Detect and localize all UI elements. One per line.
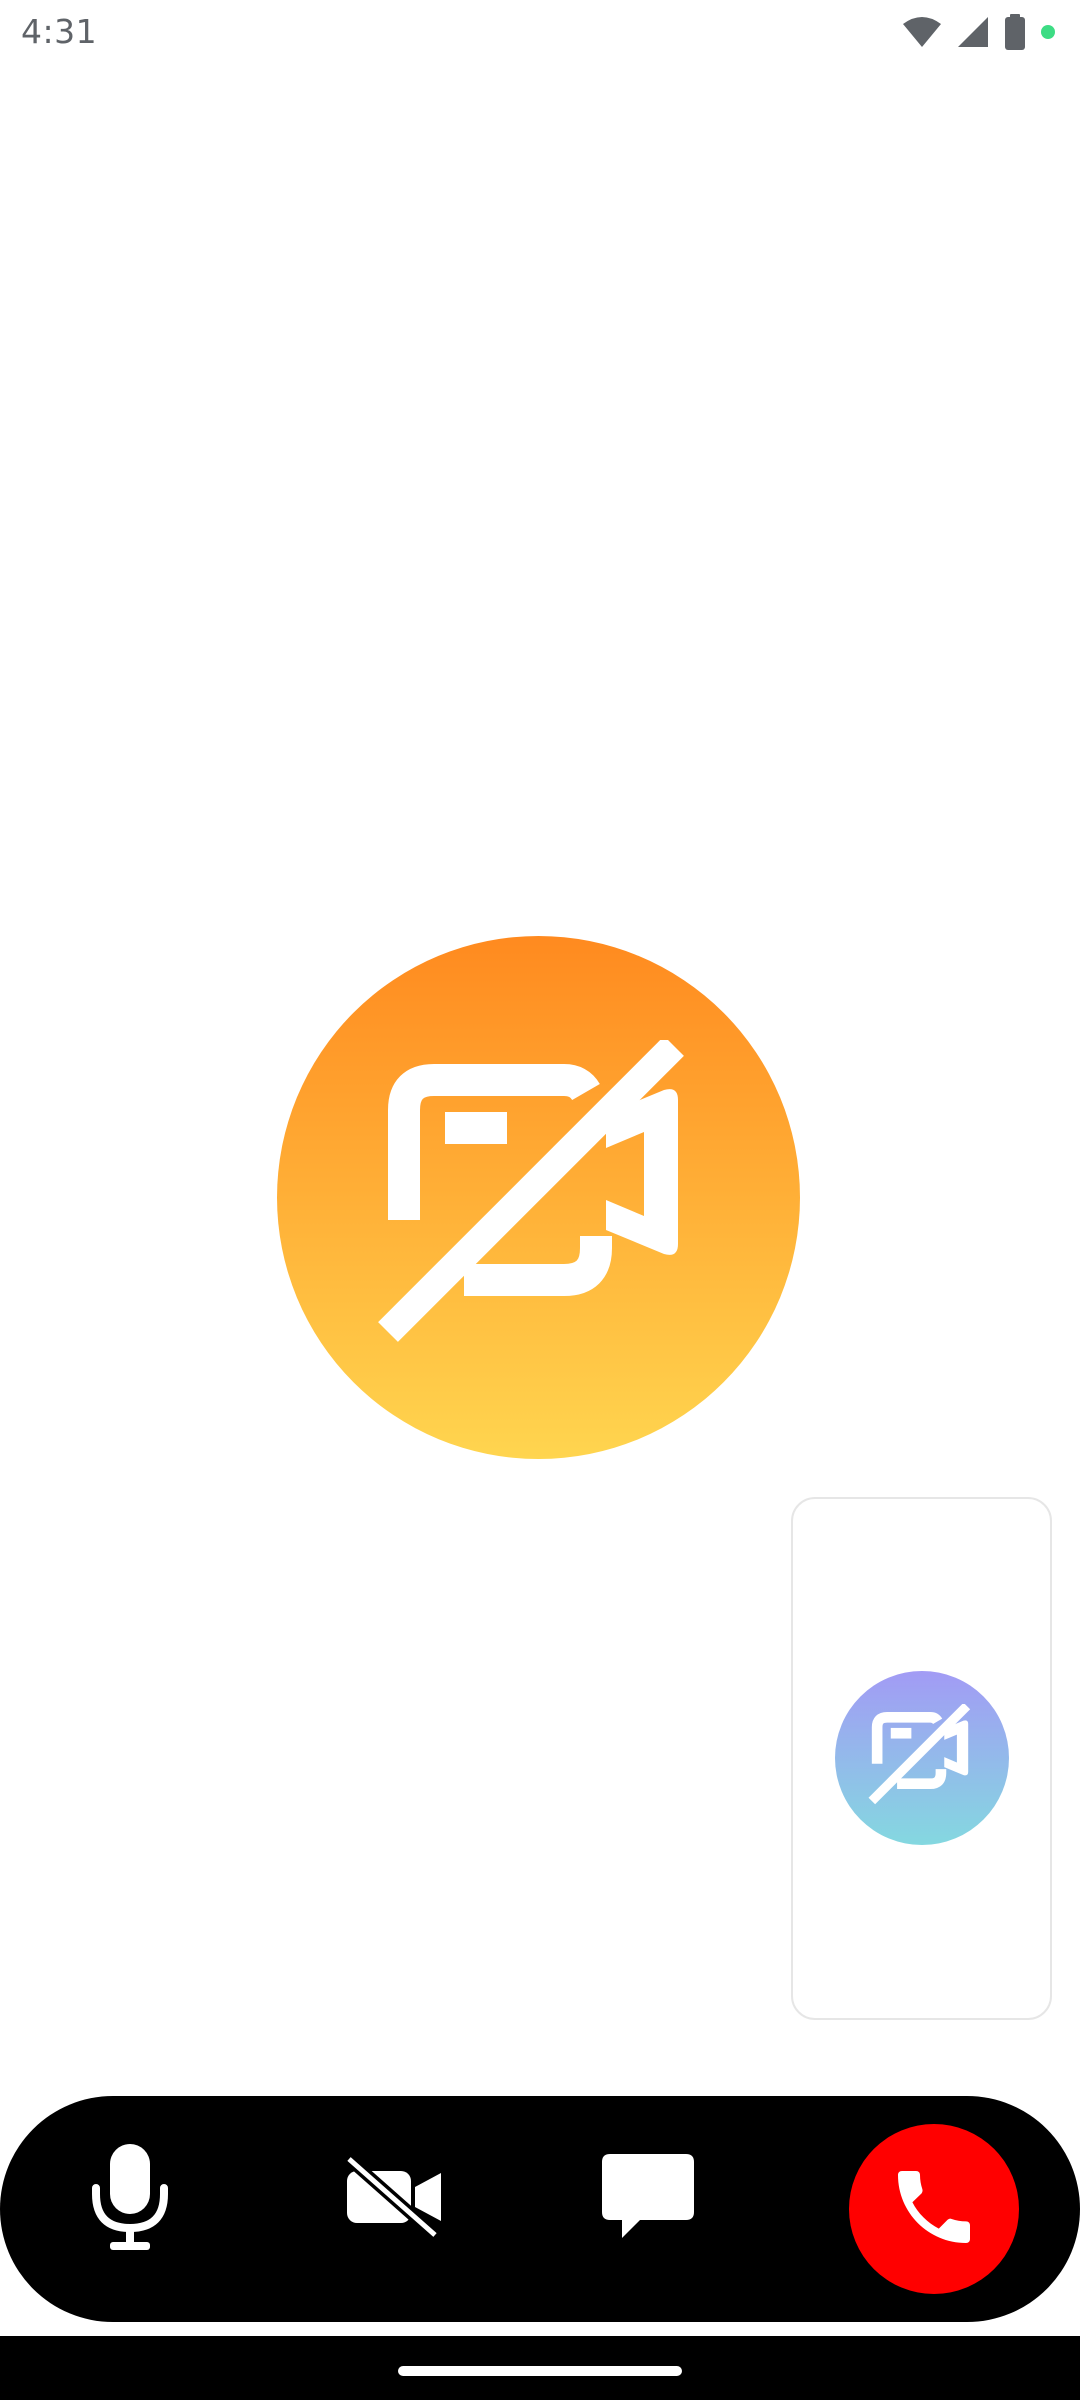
end-call-button[interactable] [849, 2124, 1019, 2294]
privacy-indicator-dot [1040, 24, 1056, 40]
wifi-icon [902, 16, 942, 48]
microphone-icon [90, 2142, 170, 2257]
video-toggle-button[interactable] [335, 2139, 455, 2259]
chat-bubble-icon [600, 2152, 696, 2247]
cellular-signal-icon [956, 16, 990, 48]
phone-hangup-icon [886, 2159, 982, 2260]
home-gesture-handle[interactable] [398, 2366, 682, 2376]
battery-icon [1004, 14, 1026, 50]
chat-button[interactable] [588, 2139, 708, 2259]
status-icons [902, 14, 1056, 50]
local-video-placeholder [835, 1671, 1009, 1845]
status-bar: 4:31 [0, 0, 1080, 66]
video-off-icon [374, 1036, 704, 1355]
video-off-icon [343, 2154, 447, 2242]
local-video-preview[interactable] [791, 1497, 1052, 2020]
microphone-button[interactable] [70, 2139, 190, 2259]
status-time: 4:31 [21, 12, 98, 51]
call-controls-bar [0, 2096, 1080, 2322]
remote-video-placeholder [277, 936, 800, 1459]
video-off-icon [867, 1702, 977, 1812]
system-navigation-bar [0, 2336, 1080, 2400]
